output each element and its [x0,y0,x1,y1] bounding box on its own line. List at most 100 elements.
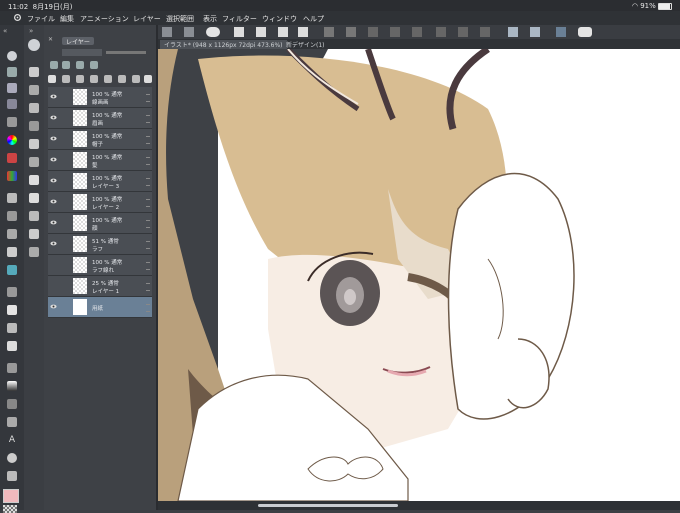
zoom-tool-icon[interactable] [7,51,17,61]
subtool-1-icon[interactable] [29,67,39,77]
lasso-tool-icon[interactable] [7,83,17,93]
subtool-6-icon[interactable] [29,157,39,167]
menu-edit[interactable]: 編集 [60,14,74,24]
crop-icon[interactable] [412,27,422,37]
subtool-8-icon[interactable] [29,193,39,203]
drag-handle-icon[interactable] [146,178,150,186]
duplicate-layer-icon[interactable] [132,75,140,83]
gradient-tool-icon[interactable] [7,363,17,373]
new-layer-icon[interactable] [48,75,56,83]
layer-row[interactable]: 100 % 通常 髪 [48,150,152,171]
brush-tool-icon[interactable] [7,229,17,239]
drag-handle-icon[interactable] [146,115,150,123]
trash-icon[interactable] [144,75,152,83]
layer-row[interactable]: 100 % 通常 線画画 [48,87,152,108]
menu-layer[interactable]: レイヤー [133,14,161,24]
ruler-tool-icon[interactable] [7,417,17,427]
eye-icon[interactable] [50,156,57,163]
save-icon[interactable] [556,27,566,37]
drag-handle-icon[interactable] [146,283,150,291]
layer-row[interactable]: 51 % 通常 ラフ [48,234,152,255]
drag-handle-icon[interactable] [146,94,150,102]
subtool-5-icon[interactable] [29,139,39,149]
opacity-slider[interactable] [106,51,146,54]
snap-icon[interactable] [530,27,540,37]
drag-handle-icon[interactable] [146,157,150,165]
layer-row[interactable]: 25 % 通常 レイヤー 1 [48,276,152,297]
eye-icon[interactable] [50,219,57,226]
clear-icon[interactable] [278,27,288,37]
paste-icon[interactable] [256,27,266,37]
fill-tool-icon[interactable] [7,287,17,297]
smudge-tool-icon[interactable] [7,341,17,351]
fill-icon[interactable] [298,27,308,37]
gear-icon[interactable] [13,13,22,22]
layer-lock-icon[interactable] [50,61,58,69]
redo-icon[interactable] [346,27,356,37]
menu-window[interactable]: ウィンドウ [262,14,297,24]
auto-select-tool-icon[interactable] [7,99,17,109]
tab-new-design[interactable]: 新デザイン(1) [282,40,329,49]
layer-mask-icon[interactable] [90,61,98,69]
invert-selection-icon[interactable] [480,27,490,37]
menu-view[interactable]: 表示 [203,14,217,24]
open-icon[interactable] [184,27,194,37]
drag-handle-icon[interactable] [146,220,150,228]
menu-help[interactable]: ヘルプ [303,14,324,24]
blend-mode-dropdown[interactable] [62,49,102,56]
subtool-4-icon[interactable] [29,121,39,131]
figure-tool-icon[interactable] [7,381,17,391]
mask-layer-icon[interactable] [104,75,112,83]
eye-icon[interactable] [50,240,57,247]
pencil-tool-icon[interactable] [7,211,17,221]
drag-handle-icon[interactable] [146,136,150,144]
merge-layer-icon[interactable] [90,75,98,83]
new-vector-layer-icon[interactable] [62,75,70,83]
layer-row[interactable]: 100 % 通常 帽子 [48,129,152,150]
layer-row[interactable]: 100 % 通常 レイヤー 3 [48,171,152,192]
drag-handle-icon[interactable] [146,199,150,207]
layer-row[interactable]: 100 % 通常 レイヤー 2 [48,192,152,213]
main-color-swatch[interactable] [3,489,19,503]
color-set-icon[interactable] [7,153,17,163]
eye-view-icon[interactable] [206,27,220,37]
layer-clip-icon[interactable] [62,61,70,69]
eyedropper-tool-icon[interactable] [7,117,17,127]
subtool-9-icon[interactable] [29,211,39,221]
color-wheel-icon[interactable] [7,135,17,145]
pen-tool-icon[interactable] [7,193,17,203]
subtool-11-icon[interactable] [29,247,39,257]
eye-icon[interactable] [50,198,57,205]
menu-selection[interactable]: 選択範囲 [166,14,194,24]
eye-icon[interactable] [50,177,57,184]
drag-handle-icon[interactable] [146,304,150,312]
deselect-icon[interactable] [458,27,468,37]
eraser-tool-icon[interactable] [7,247,17,257]
transparent-color-swatch[interactable] [3,505,17,513]
balloon-tool-icon[interactable] [7,453,17,463]
subtool-2-icon[interactable] [29,85,39,95]
collapse-left-icon[interactable]: « [3,27,7,35]
help-icon[interactable] [578,27,592,37]
subtool-10-icon[interactable] [29,229,39,239]
layer-panel-collapse-icon[interactable]: ✕ [48,36,53,43]
subtool-zoom-icon[interactable] [28,39,40,51]
eye-icon[interactable] [50,135,57,142]
drag-handle-icon[interactable] [146,241,150,249]
airbrush-tool-icon[interactable] [7,305,17,315]
select-all-icon[interactable] [436,27,446,37]
decoration-tool-icon[interactable] [7,323,17,333]
flip-icon[interactable] [390,27,400,37]
new-folder-icon[interactable] [76,75,84,83]
new-canvas-icon[interactable] [162,27,172,37]
menu-filter[interactable]: フィルター [222,14,257,24]
layer-color-icon[interactable] [118,75,126,83]
frame-tool-icon[interactable] [7,399,17,409]
layer-row[interactable]: 100 % 通常 顔 [48,213,152,234]
correction-tool-icon[interactable] [7,471,17,481]
text-tool-icon[interactable]: A [7,435,17,445]
eye-icon[interactable] [50,93,57,100]
subtool-7-icon[interactable] [29,175,39,185]
tab-illustration[interactable]: イラスト* (948 x 1126px 72dpi 473.6%) [160,40,287,49]
layer-row[interactable]: 100 % 通常 ラフ線れ [48,255,152,276]
